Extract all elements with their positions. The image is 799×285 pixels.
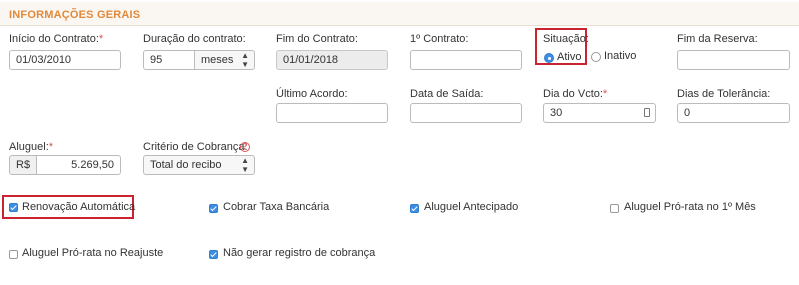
- situacao-ativo-radio[interactable]: [544, 53, 554, 63]
- prorata-primeiro-mes-checkbox[interactable]: [610, 204, 619, 213]
- situacao-label: Situação:: [543, 33, 589, 45]
- renovacao-label: Renovação Automática: [22, 201, 136, 213]
- nao-gerar-cobranca-label: Não gerar registro de cobrança: [223, 247, 376, 259]
- fim-reserva-label: Fim da Reserva:: [677, 33, 758, 45]
- help-icon[interactable]: ?: [240, 142, 250, 152]
- section-header: INFORMAÇÕES GERAIS: [0, 2, 799, 26]
- criterio-value: Total do recibo: [150, 159, 222, 171]
- dias-tolerancia-input[interactable]: 0: [677, 103, 790, 123]
- select-arrows-icon: ▲ ▼: [241, 51, 249, 69]
- renovacao-checkbox[interactable]: [9, 203, 18, 212]
- prorata-reajuste-label: Aluguel Pró-rata no Reajuste: [22, 247, 164, 259]
- ultimo-acordo-input[interactable]: [276, 103, 388, 123]
- duracao-unit-value: meses: [201, 54, 234, 66]
- situacao-ativo-label: Ativo: [557, 51, 582, 63]
- inicio-input[interactable]: 01/03/2010: [9, 50, 121, 70]
- data-saida-input[interactable]: [410, 103, 522, 123]
- aluguel-label: Aluguel:*: [9, 141, 54, 153]
- prorata-reajuste-checkbox[interactable]: [9, 250, 18, 259]
- fim-reserva-input[interactable]: [677, 50, 790, 70]
- primeiro-contrato-label: 1º Contrato:: [410, 33, 469, 45]
- duracao-input[interactable]: 95: [143, 50, 195, 70]
- aluguel-input[interactable]: 5.269,50: [36, 155, 121, 175]
- situacao-inativo-radio[interactable]: [591, 52, 601, 62]
- nao-gerar-cobranca-checkbox[interactable]: [209, 250, 218, 259]
- criterio-label: Critério de Cobrança:: [143, 141, 248, 153]
- aluguel-antecipado-checkbox[interactable]: [410, 204, 419, 213]
- dia-vcto-value: 30: [550, 107, 563, 119]
- inicio-label: Início do Contrato:*: [9, 33, 104, 45]
- duracao-unit-select[interactable]: meses ▲ ▼: [194, 50, 255, 70]
- primeiro-contrato-input[interactable]: [410, 50, 522, 70]
- fim-contrato-input: 01/01/2018: [276, 50, 388, 70]
- dias-tolerancia-label: Dias de Tolerância:: [677, 88, 771, 100]
- aluguel-antecipado-label: Aluguel Antecipado: [424, 201, 519, 213]
- currency-addon: R$: [9, 155, 37, 175]
- cobrar-taxa-checkbox[interactable]: [209, 204, 218, 213]
- data-saida-label: Data de Saída:: [410, 88, 484, 100]
- ultimo-acordo-label: Último Acordo:: [276, 88, 348, 100]
- section-title: INFORMAÇÕES GERAIS: [9, 9, 141, 21]
- situacao-inativo-label: Inativo: [604, 50, 637, 62]
- duracao-label: Duração do contrato:: [143, 33, 246, 45]
- select-arrows-icon: ▲ ▼: [241, 156, 249, 174]
- prorata-primeiro-mes-label: Aluguel Pró-rata no 1º Mês: [624, 201, 756, 213]
- criterio-select[interactable]: Total do recibo ▲ ▼: [143, 155, 255, 175]
- cobrar-taxa-label: Cobrar Taxa Bancária: [223, 201, 330, 213]
- spinner-icon[interactable]: [644, 108, 650, 117]
- fim-contrato-label: Fim do Contrato:: [276, 33, 358, 45]
- dia-vcto-input[interactable]: 30: [543, 103, 656, 123]
- dia-vcto-label: Dia do Vcto:*: [543, 88, 608, 100]
